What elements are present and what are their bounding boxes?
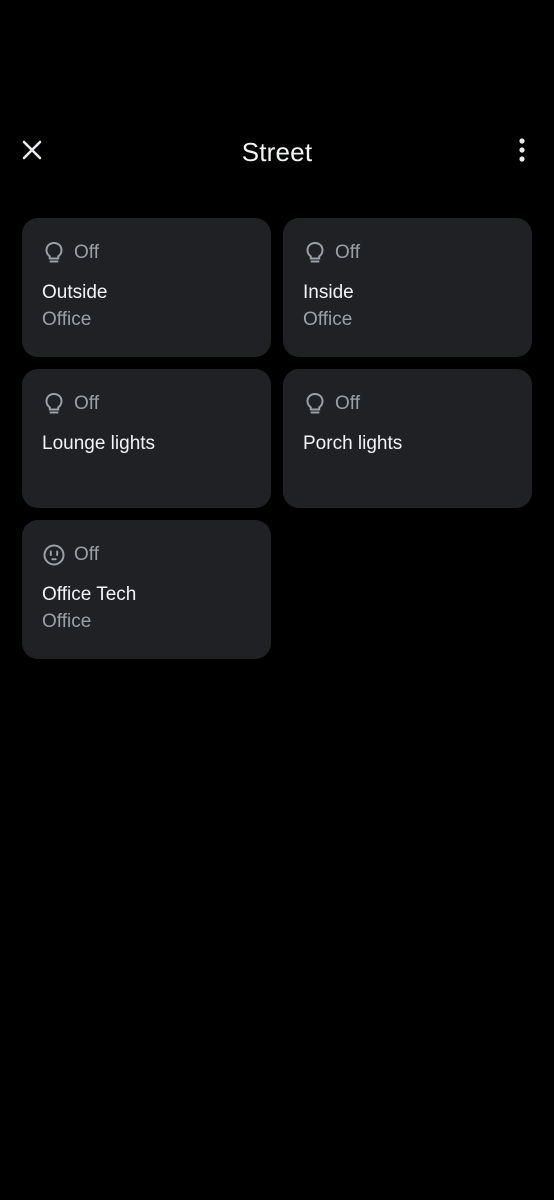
- device-name: Office Tech: [42, 584, 137, 605]
- top-app-bar: Street: [0, 120, 554, 184]
- device-room: Office: [42, 309, 92, 330]
- device-status: Off: [74, 242, 99, 263]
- device-name: Lounge lights: [42, 433, 156, 454]
- device-tile-office-tech[interactable]: Off Office Tech Office: [22, 520, 271, 659]
- device-tile-inside[interactable]: Off Inside Office: [283, 218, 532, 357]
- lightbulb-icon: [303, 392, 327, 416]
- device-status: Off: [74, 393, 99, 414]
- more-options-button[interactable]: [502, 132, 542, 172]
- device-tile-porch-lights[interactable]: Off Porch lights: [283, 369, 532, 508]
- lightbulb-icon: [303, 241, 327, 265]
- outlet-icon: [42, 543, 66, 567]
- device-name: Porch lights: [303, 433, 403, 454]
- device-tile-outside[interactable]: Off Outside Office: [22, 218, 271, 357]
- device-status: Off: [335, 242, 360, 263]
- device-status: Off: [74, 544, 99, 565]
- lightbulb-icon: [42, 241, 66, 265]
- device-name: Outside: [42, 282, 108, 303]
- device-name: Inside: [303, 282, 354, 303]
- device-tile-lounge-lights[interactable]: Off Lounge lights: [22, 369, 271, 508]
- device-status: Off: [335, 393, 360, 414]
- more-vert-icon: [518, 137, 526, 167]
- page-title: Street: [241, 137, 313, 167]
- device-room: Office: [42, 611, 92, 632]
- lightbulb-icon: [42, 392, 66, 416]
- device-grid: Off Outside Office Off Inside Office Off…: [22, 218, 532, 659]
- device-room: Office: [303, 309, 353, 330]
